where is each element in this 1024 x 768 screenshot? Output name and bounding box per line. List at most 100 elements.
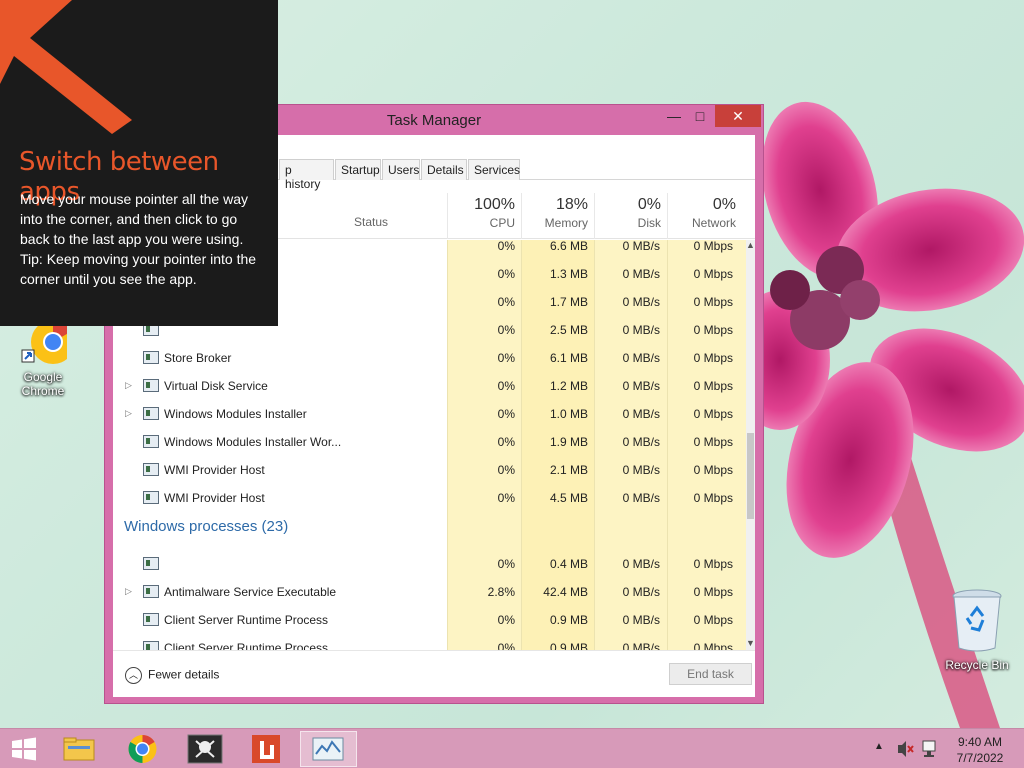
hint-body: Move your mouse pointer all the way into… — [20, 189, 265, 289]
process-disk: 0 MB/s — [622, 585, 660, 599]
process-name: Antimalware Service Executable — [164, 585, 337, 599]
expand-arrow-icon[interactable]: ▷ — [125, 408, 132, 419]
process-row[interactable]: Client Server Runtime Process 0% 0.9 MB 0 M… — [113, 606, 746, 634]
process-row[interactable]: ▷ Antimalware Service Executable 2.8% 42.4 … — [113, 578, 746, 606]
process-name: Client Server Runtime Process — [164, 641, 329, 650]
start-button[interactable] — [0, 731, 48, 767]
taskbar-chrome[interactable] — [114, 731, 171, 767]
process-name: WMI Provider Host — [164, 463, 265, 477]
taskbar-office-app[interactable] — [238, 731, 295, 767]
cpu-total: 100% — [474, 196, 515, 213]
process-disk: 0 MB/s — [622, 435, 660, 449]
system-clock[interactable]: 9:40 AM 7/7/2022 — [950, 734, 1010, 766]
process-icon — [143, 585, 159, 598]
network-icon — [922, 740, 936, 757]
network-label: Network — [691, 216, 736, 230]
clock-date: 7/7/2022 — [956, 751, 1004, 765]
disk-label: Disk — [637, 216, 661, 230]
process-icon — [143, 641, 159, 650]
tab-details[interactable]: Details — [421, 159, 467, 180]
process-row[interactable]: WMI Provider Host 0% 2.1 MB 0 MB/s 0 Mbps — [113, 456, 746, 484]
process-icon — [143, 557, 159, 570]
process-row[interactable]: Client Server Runtime Process 0% 0.9 MB 0 M… — [113, 634, 746, 650]
process-cpu: 0% — [497, 613, 515, 627]
taskbar-task-manager[interactable] — [300, 731, 357, 767]
process-row[interactable]: Store Broker 0% 6.1 MB 0 MB/s 0 Mbps — [113, 344, 746, 372]
tab-users[interactable]: Users — [382, 159, 420, 180]
process-row[interactable]: WMI Provider Host 0% 4.5 MB 0 MB/s 0 Mbps — [113, 484, 746, 512]
column-header-network[interactable]: 0% Network — [667, 193, 742, 239]
fewer-details-label: Fewer details — [148, 667, 220, 682]
process-row[interactable]: ▷ Windows Modules Installer 0% 1.0 MB 0 MB/s… — [113, 400, 746, 428]
process-cpu: 0% — [497, 295, 515, 309]
process-row[interactable]: ▷ Virtual Disk Service 0% 1.2 MB 0 MB/s 0 Mbp… — [113, 372, 746, 400]
scroll-up-arrow-icon[interactable]: ▲ — [746, 240, 755, 250]
tab-startup[interactable]: Startup — [335, 159, 381, 180]
process-cpu: 0% — [497, 557, 515, 571]
maximize-button[interactable]: □ — [687, 105, 713, 127]
group-header-windows-processes: Windows processes (23) — [124, 518, 289, 535]
end-task-button[interactable]: End task — [669, 663, 752, 685]
process-network: 0 Mbps — [693, 435, 733, 449]
process-icon — [143, 491, 159, 504]
process-disk: 0 MB/s — [622, 491, 660, 505]
process-memory: 42.4 MB — [543, 585, 588, 599]
process-cpu: 2.8% — [487, 585, 515, 599]
process-disk: 0 MB/s — [622, 463, 660, 477]
process-disk: 0 MB/s — [622, 379, 660, 393]
vertical-scrollbar[interactable]: ▲ ▼ — [746, 240, 755, 650]
process-name: Store Broker — [164, 351, 232, 365]
process-memory: 1.2 MB — [549, 379, 588, 393]
hint-text: Move your mouse pointer all the way into… — [20, 191, 248, 247]
expand-arrow-icon[interactable]: ▷ — [125, 586, 132, 597]
process-disk: 0 MB/s — [622, 641, 660, 650]
process-cpu: 0% — [497, 407, 515, 421]
process-icon — [143, 379, 159, 392]
volume-button[interactable] — [896, 729, 914, 768]
column-header-cpu[interactable]: 100% CPU — [447, 193, 521, 239]
scroll-thumb[interactable] — [747, 433, 754, 519]
scroll-down-arrow-icon[interactable]: ▼ — [746, 638, 755, 648]
column-header-status[interactable]: Status — [354, 215, 388, 229]
minimize-button[interactable]: — — [661, 105, 687, 127]
network-button[interactable] — [920, 729, 940, 768]
process-memory: 6.1 MB — [549, 351, 588, 365]
process-row[interactable]: Windows Modules Installer Wor... 0% 1.9 MB… — [113, 428, 746, 456]
process-disk: 0 MB/s — [622, 267, 660, 281]
process-network: 0 Mbps — [693, 240, 733, 253]
column-header-memory[interactable]: 18% Memory — [521, 193, 594, 239]
taskbar-app-terminal[interactable] — [176, 731, 233, 767]
fewer-details-button[interactable]: ︿ Fewer details — [125, 667, 219, 684]
taskbar-file-explorer[interactable] — [50, 731, 107, 767]
memory-total: 18% — [555, 196, 588, 213]
process-network: 0 Mbps — [693, 641, 733, 650]
close-button[interactable]: ✕ — [715, 105, 761, 127]
recycle-bin-icon — [949, 588, 1005, 654]
process-row[interactable]: 0% 0.4 MB 0 MB/s 0 Mbps — [113, 550, 746, 578]
volume-muted-icon — [898, 741, 914, 757]
process-network: 0 Mbps — [693, 463, 733, 477]
process-cpu: 0% — [497, 491, 515, 505]
desktop-icon-chrome[interactable]: Google Chrome — [6, 318, 80, 398]
process-network: 0 Mbps — [693, 379, 733, 393]
expand-arrow-icon[interactable]: ▷ — [125, 380, 132, 391]
process-disk: 0 MB/s — [622, 240, 660, 253]
process-cpu: 0% — [497, 641, 515, 650]
tab-services[interactable]: Services — [468, 159, 520, 180]
process-network: 0 Mbps — [693, 267, 733, 281]
process-memory: 0.4 MB — [549, 557, 588, 571]
task-manager-icon — [312, 737, 344, 761]
desktop-icon-label: Recycle Bin — [945, 658, 1009, 672]
tab-app-history[interactable]: p history — [279, 159, 334, 191]
process-network: 0 Mbps — [693, 557, 733, 571]
process-network: 0 Mbps — [693, 351, 733, 365]
desktop-icon-recycle-bin[interactable]: Recycle Bin — [940, 588, 1014, 672]
process-disk: 0 MB/s — [622, 407, 660, 421]
process-name: Windows Modules Installer Wor... — [164, 435, 342, 449]
corner-arrow-icon — [0, 0, 132, 134]
process-name: Virtual Disk Service — [164, 379, 268, 393]
column-header-disk[interactable]: 0% Disk — [594, 193, 667, 239]
process-memory: 2.5 MB — [549, 323, 588, 337]
process-cpu: 0% — [497, 463, 515, 477]
process-memory: 2.1 MB — [549, 463, 588, 477]
